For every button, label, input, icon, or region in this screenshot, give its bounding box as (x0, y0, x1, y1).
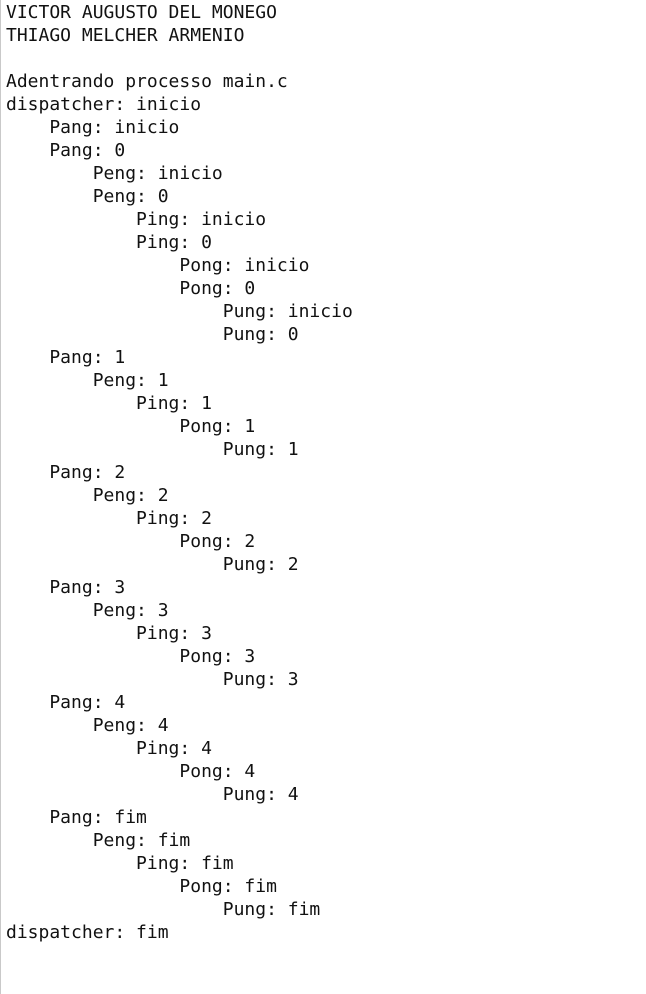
console-line: Peng: 3 (6, 600, 169, 621)
console-line: Ping: 2 (6, 508, 212, 529)
console-line: Ping: fim (6, 853, 234, 874)
console-line: Pong: 3 (6, 646, 256, 667)
console-line: Pung: 4 (6, 784, 299, 805)
console-line: dispatcher: fim (6, 922, 169, 943)
console-line: Pong: 4 (6, 761, 256, 782)
console-line: Pung: inicio (6, 301, 353, 322)
console-line: Pong: 2 (6, 531, 256, 552)
console-line: Pung: 2 (6, 554, 299, 575)
console-line: Ping: 0 (6, 232, 212, 253)
console-line: THIAGO MELCHER ARMENIO (6, 25, 245, 46)
console-line: Pang: 0 (6, 140, 126, 161)
console-line: Pang: 1 (6, 347, 126, 368)
console-line: Pang: 2 (6, 462, 126, 483)
console-line: Pong: 0 (6, 278, 256, 299)
console-line: Pang: 4 (6, 692, 126, 713)
console-line: VICTOR AUGUSTO DEL MONEGO (6, 2, 277, 23)
console-line: Pung: 3 (6, 669, 299, 690)
console-line: Pong: fim (6, 876, 277, 897)
console-line: Peng: fim (6, 830, 191, 851)
console-line: Peng: 2 (6, 485, 169, 506)
console-output[interactable]: VICTOR AUGUSTO DEL MONEGO THIAGO MELCHER… (6, 1, 646, 994)
console-line: Adentrando processo main.c (6, 71, 288, 92)
console-line: Pang: inicio (6, 117, 180, 138)
console-line: Peng: inicio (6, 163, 223, 184)
console-line: Ping: inicio (6, 209, 267, 230)
console-line: Ping: 3 (6, 623, 212, 644)
console-line: Peng: 1 (6, 370, 169, 391)
console-line: Pang: 3 (6, 577, 126, 598)
console-line: Ping: 1 (6, 393, 212, 414)
console-line: Pung: fim (6, 899, 321, 920)
console-line: Peng: 4 (6, 715, 169, 736)
window-left-border (0, 0, 1, 994)
console-line: Pung: 0 (6, 324, 299, 345)
console-line: Ping: 4 (6, 738, 212, 759)
console-line: dispatcher: inicio (6, 94, 202, 115)
console-line: Pang: fim (6, 807, 147, 828)
console-line: Pung: 1 (6, 439, 299, 460)
console-line: Pong: 1 (6, 416, 256, 437)
console-line: Peng: 0 (6, 186, 169, 207)
console-line: Pong: inicio (6, 255, 310, 276)
